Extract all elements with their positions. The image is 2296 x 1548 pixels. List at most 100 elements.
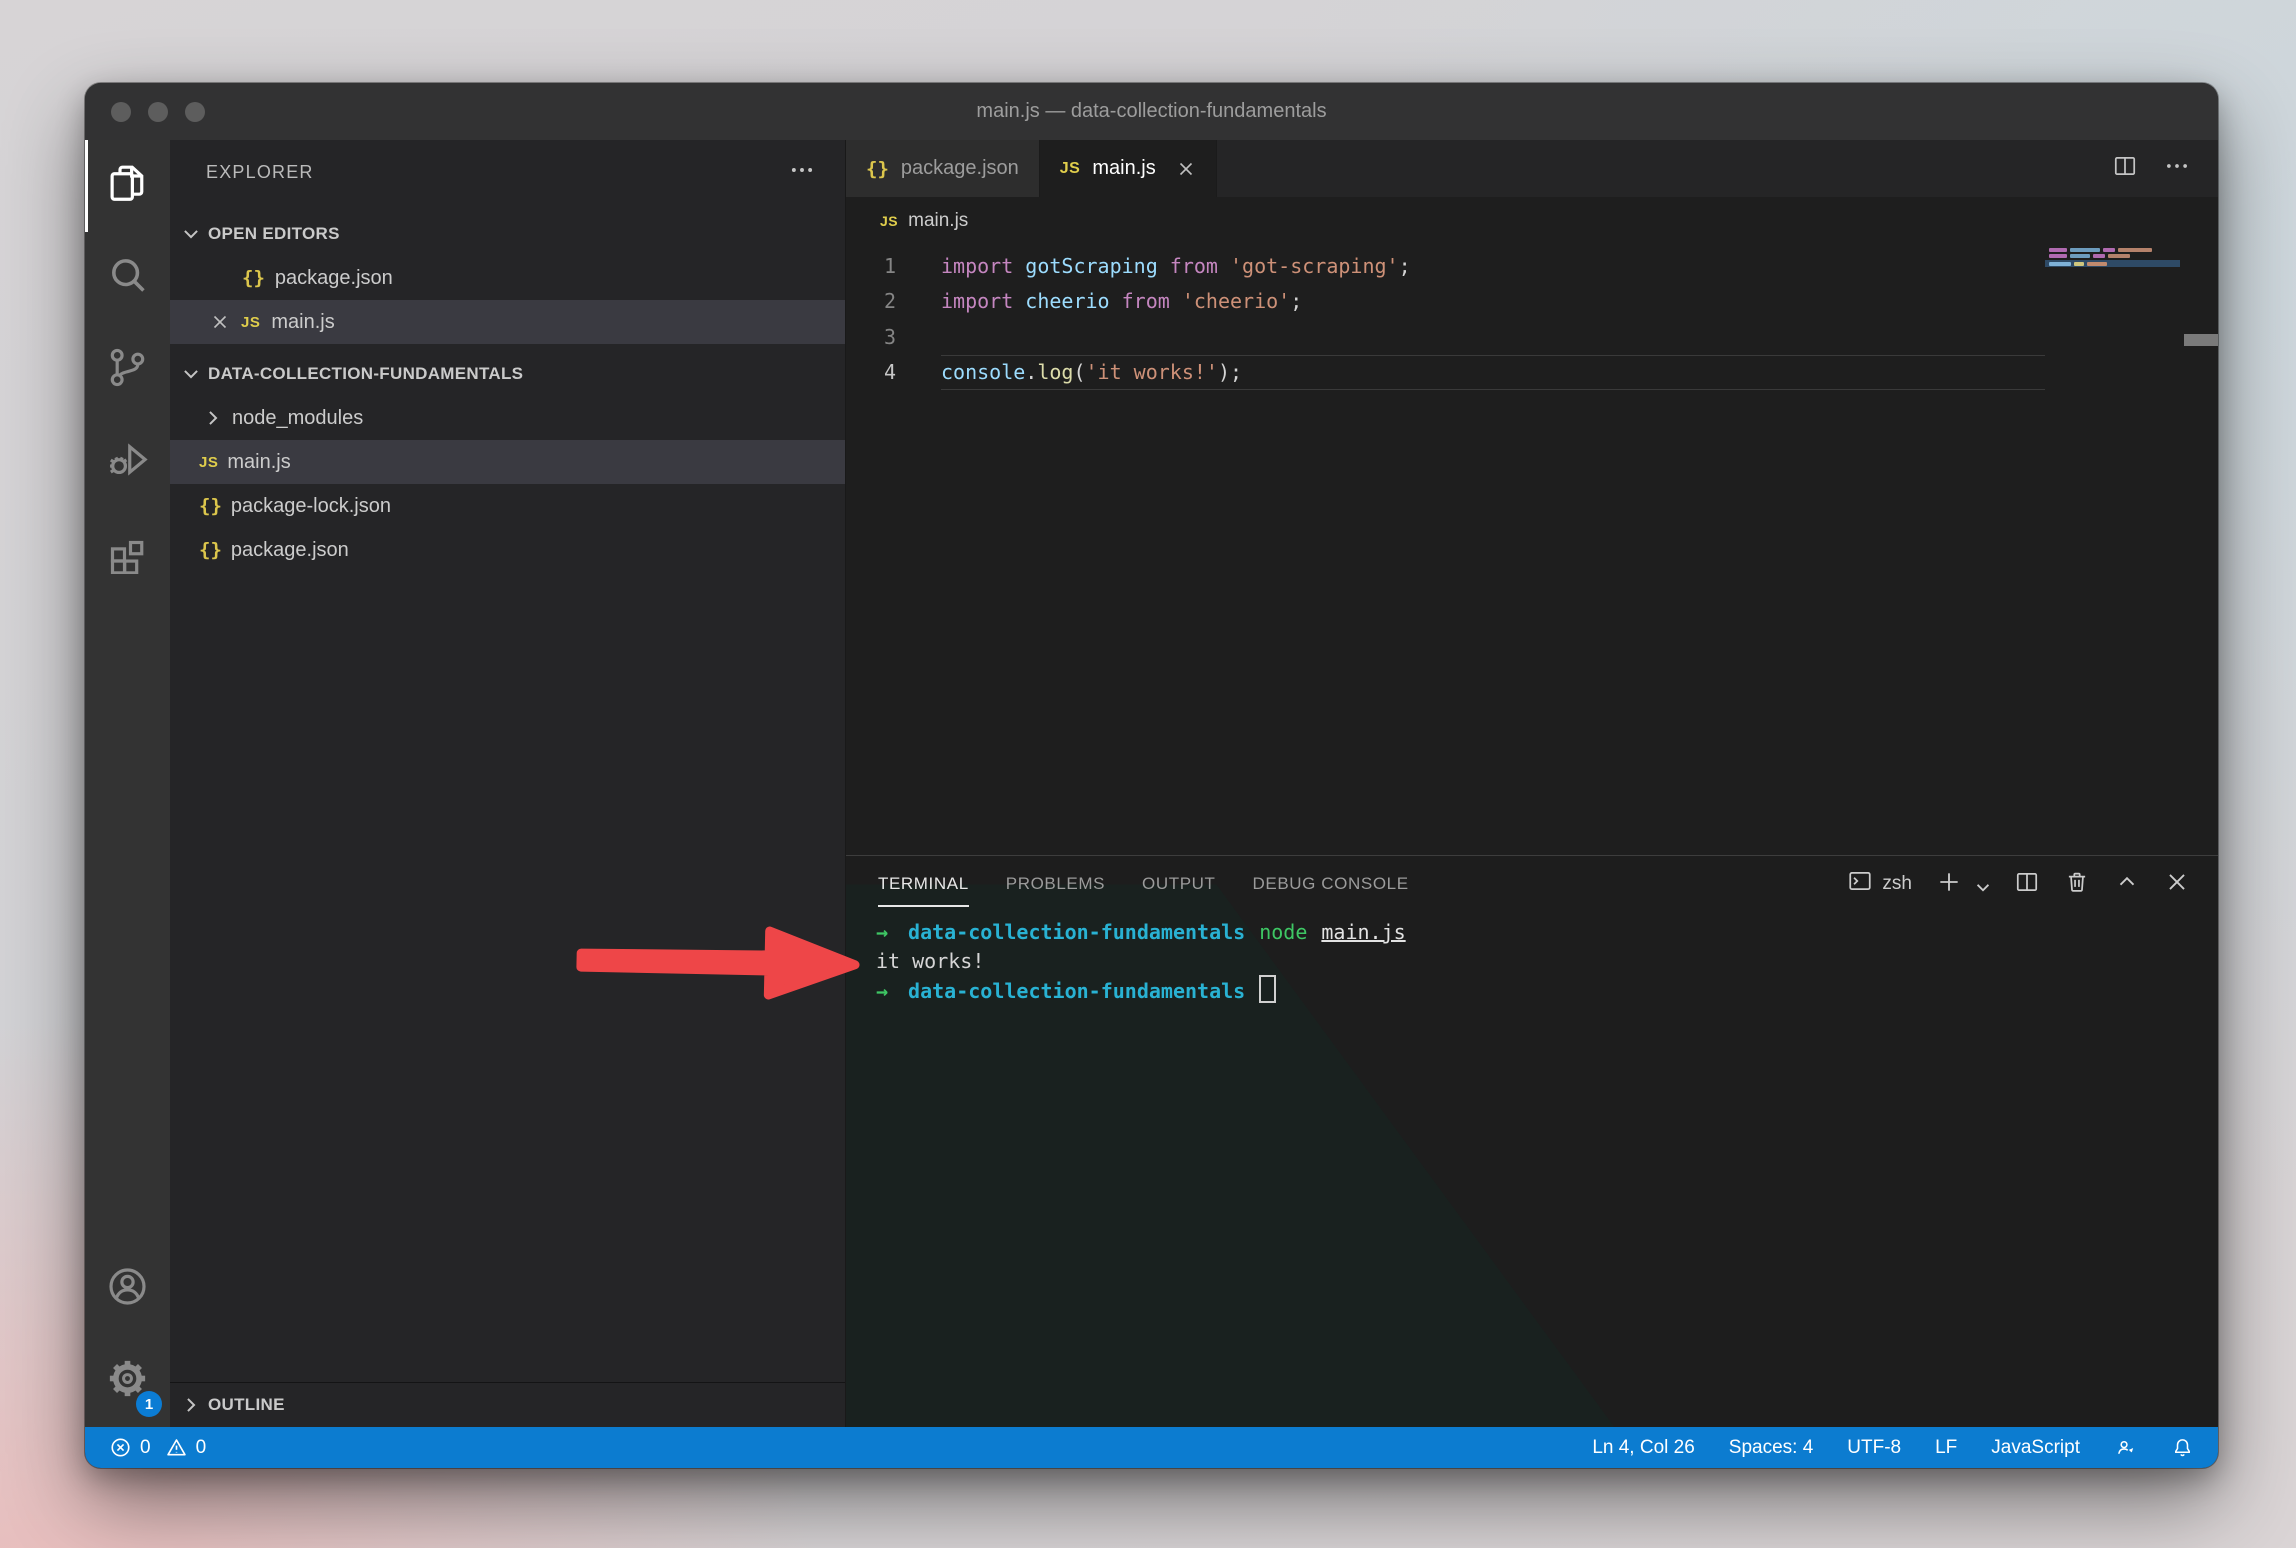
language-mode-status[interactable]: JavaScript	[1991, 1437, 2080, 1459]
line-number: 1	[846, 254, 896, 278]
minimap[interactable]	[2045, 245, 2180, 855]
split-editor-button[interactable]	[2112, 153, 2138, 184]
problems-status[interactable]: 0 0	[109, 1436, 206, 1459]
line-number: 3	[846, 325, 896, 349]
settings-button[interactable]: 1	[85, 1335, 170, 1427]
vscode-window: main.js — data-collection-fundamentals	[85, 83, 2218, 1468]
activity-run-debug-button[interactable]	[85, 416, 170, 508]
activity-search-button[interactable]	[85, 232, 170, 324]
close-window-button[interactable]	[111, 102, 131, 122]
panel-tab-terminal[interactable]: TERMINAL	[878, 856, 969, 912]
account-button[interactable]	[85, 1243, 170, 1335]
error-count: 0	[140, 1437, 151, 1459]
cursor-position-status[interactable]: Ln 4, Col 26	[1592, 1437, 1694, 1459]
minimap-mark	[2093, 254, 2105, 258]
close-panel-button[interactable]	[2164, 869, 2190, 900]
close-tab-icon[interactable]	[1176, 159, 1196, 179]
workspace-section-header[interactable]: DATA-COLLECTION-FUNDAMENTALS	[170, 352, 845, 396]
open-editor-item-main-js[interactable]: JS main.js	[170, 300, 845, 344]
open-editors-section-header[interactable]: OPEN EDITORS	[170, 212, 845, 256]
minimap-mark	[2049, 254, 2067, 258]
open-editor-item-package-json[interactable]: {} package.json	[170, 256, 845, 300]
status-bar: 0 0 Ln 4, Col 26 Spaces: 4 UTF-8 LF Java…	[85, 1427, 2218, 1468]
editor-more-actions-button[interactable]	[2164, 153, 2190, 184]
tree-item-main-js[interactable]: JS main.js	[170, 440, 845, 484]
kill-terminal-button[interactable]	[2064, 869, 2090, 900]
activity-explorer-button[interactable]	[85, 140, 170, 232]
prompt-cwd: data-collection-fundamentals	[908, 920, 1245, 944]
tree-item-package-json[interactable]: {} package.json	[170, 528, 845, 572]
js-icon: JS	[199, 454, 218, 471]
minimap-mark	[2108, 254, 2130, 258]
minimap-mark	[2087, 262, 2107, 266]
feedback-icon[interactable]	[2114, 1436, 2137, 1459]
minimap-mark	[2049, 248, 2067, 252]
js-icon: JS	[1060, 160, 1081, 178]
terminal-line: →data-collection-fundamentalsnodemain.js	[876, 918, 2218, 947]
file-label: package.json	[275, 267, 393, 290]
terminal-toolbar: zsh	[1847, 868, 2190, 900]
panel-tab-output[interactable]: OUTPUT	[1142, 856, 1215, 912]
panel-tab-problems[interactable]: PROBLEMS	[1006, 856, 1105, 912]
eol-status[interactable]: LF	[1935, 1437, 1957, 1459]
file-label: package-lock.json	[231, 495, 391, 518]
maximize-panel-button[interactable]	[2114, 869, 2140, 900]
sidebar-title: EXPLORER	[206, 162, 314, 183]
terminal-line: →data-collection-fundamentals	[876, 975, 2218, 1006]
explorer-sidebar: EXPLORER OPEN EDITORS {} package.json	[170, 140, 846, 1427]
terminal-icon	[1847, 868, 1873, 900]
shell-selector[interactable]: zsh	[1847, 868, 1912, 900]
section-label: OUTLINE	[208, 1395, 285, 1415]
prompt-arrow: →	[876, 920, 888, 944]
minimap-mark	[2070, 248, 2100, 252]
tab-main-js[interactable]: JS main.js	[1040, 140, 1217, 197]
minimize-window-button[interactable]	[148, 102, 168, 122]
notifications-bell-icon[interactable]	[2171, 1436, 2194, 1459]
settings-badge: 1	[136, 1391, 162, 1417]
activity-extensions-button[interactable]	[85, 508, 170, 600]
new-terminal-button[interactable]	[1936, 869, 1962, 900]
activity-source-control-button[interactable]	[85, 324, 170, 416]
bottom-panel: TERMINAL PROBLEMS OUTPUT DEBUG CONSOLE z…	[846, 855, 2218, 1427]
encoding-status[interactable]: UTF-8	[1847, 1437, 1901, 1459]
indentation-status[interactable]: Spaces: 4	[1729, 1437, 1814, 1459]
terminal-profile-dropdown[interactable]	[1970, 874, 1990, 894]
code-text: import gotScraping from 'got-scraping';	[941, 254, 1411, 278]
annotation-arrow	[572, 915, 870, 1013]
code-line[interactable]: 3	[846, 319, 2218, 355]
code-line-current[interactable]: 4 console.log('it works!');	[846, 355, 2218, 391]
split-terminal-button[interactable]	[2014, 869, 2040, 900]
file-label: main.js	[227, 451, 290, 474]
section-label: DATA-COLLECTION-FUNDAMENTALS	[208, 364, 523, 384]
terminal-output[interactable]: →data-collection-fundamentalsnodemain.js…	[846, 912, 2218, 1006]
file-label: main.js	[271, 311, 334, 334]
code-text: import cheerio from 'cheerio';	[941, 289, 1302, 313]
minimap-current-line	[2045, 260, 2180, 267]
panel-tab-debug-console[interactable]: DEBUG CONSOLE	[1253, 856, 1409, 912]
chevron-right-icon	[180, 1394, 202, 1416]
code-text: console.log('it works!');	[941, 360, 1242, 384]
code-line[interactable]: 2 import cheerio from 'cheerio';	[846, 284, 2218, 320]
terminal-result: it works!	[876, 949, 984, 973]
terminal-command: node	[1259, 920, 1307, 944]
breadcrumb[interactable]: JS main.js	[846, 197, 2218, 245]
account-icon	[105, 1264, 150, 1314]
outline-section-header[interactable]: OUTLINE	[170, 1382, 845, 1427]
chevron-down-icon	[180, 363, 202, 385]
tree-item-package-lock-json[interactable]: {} package-lock.json	[170, 484, 845, 528]
editor-scrollbar-thumb[interactable]	[2184, 334, 2218, 346]
tree-item-node-modules[interactable]: node_modules	[170, 396, 845, 440]
close-editor-icon[interactable]	[210, 312, 230, 332]
json-icon: {}	[242, 267, 265, 289]
tab-package-json[interactable]: {} package.json	[846, 140, 1040, 197]
code-editor[interactable]: 1 import gotScraping from 'got-scraping'…	[846, 245, 2218, 855]
zoom-window-button[interactable]	[185, 102, 205, 122]
file-label: package.json	[231, 539, 349, 562]
folder-label: node_modules	[232, 407, 363, 430]
minimap-mark	[2070, 254, 2090, 258]
explorer-more-actions-button[interactable]	[789, 157, 815, 188]
warning-icon	[165, 1436, 188, 1459]
terminal-line: it works!	[876, 947, 2218, 976]
chevron-down-icon	[180, 223, 202, 245]
code-line[interactable]: 1 import gotScraping from 'got-scraping'…	[846, 248, 2218, 284]
